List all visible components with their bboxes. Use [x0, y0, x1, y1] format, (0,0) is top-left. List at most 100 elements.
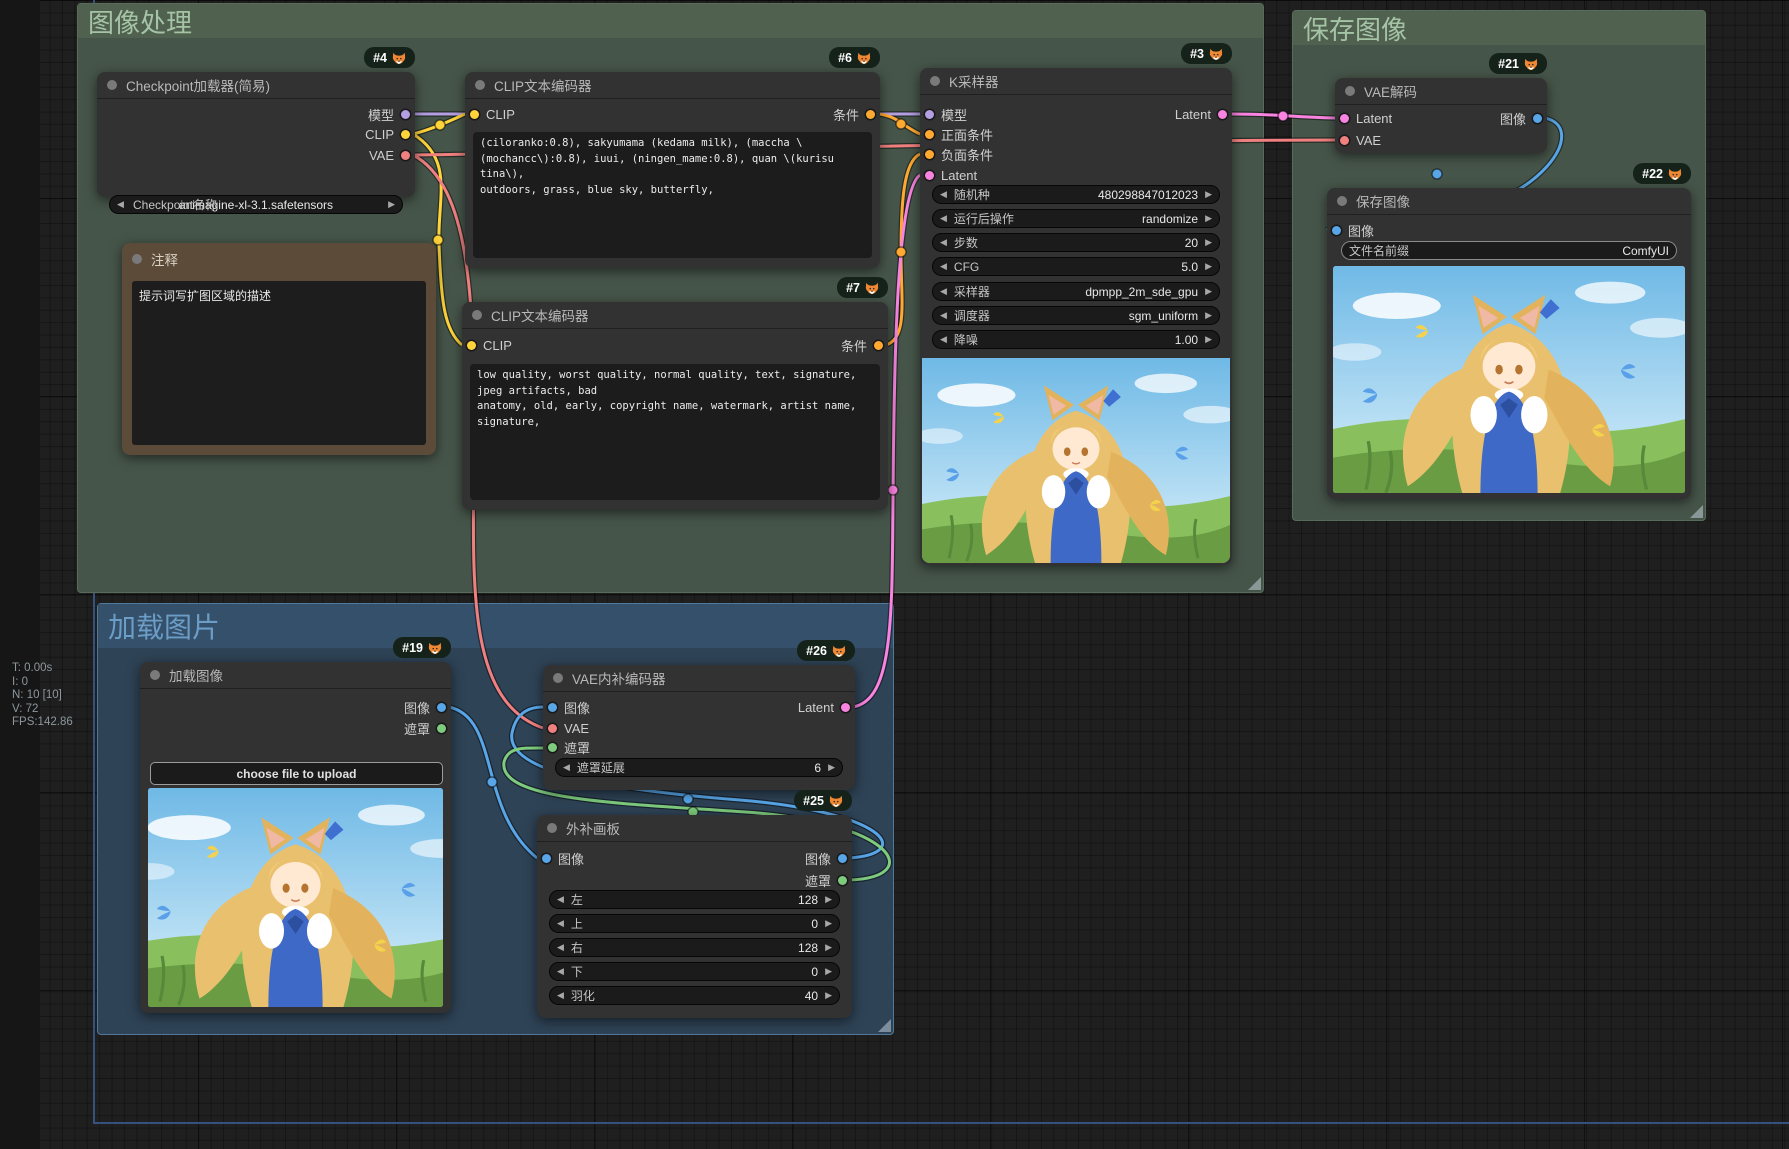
clip-port-icon[interactable]: [470, 110, 479, 119]
node-note[interactable]: 注释 提示词写扩图区域的描述: [122, 243, 436, 455]
input-slot-negative[interactable]: 负面条件: [925, 144, 993, 164]
node-pad-image-outpaint[interactable]: #25 外补画板 图像 图像 遮罩 ◀ 左 128 ▶ ◀ 上 0: [537, 815, 852, 1018]
denoise-widget[interactable]: ◀ 降噪 1.00 ▶: [932, 330, 1220, 349]
decrement-arrow-icon[interactable]: ◀: [940, 335, 947, 344]
output-slot-conditioning[interactable]: 条件: [841, 335, 883, 355]
increment-arrow-icon[interactable]: ▶: [825, 895, 832, 904]
increment-arrow-icon[interactable]: ▶: [825, 991, 832, 1000]
decrement-arrow-icon[interactable]: ◀: [557, 919, 564, 928]
decrement-arrow-icon[interactable]: ◀: [557, 895, 564, 904]
input-slot-image[interactable]: 图像: [548, 697, 590, 717]
decrement-arrow-icon[interactable]: ◀: [940, 214, 947, 223]
output-slot-latent[interactable]: Latent: [798, 697, 850, 717]
node-titlebar[interactable]: Checkpoint加载器(简易): [97, 72, 415, 99]
increment-arrow-icon[interactable]: ▶: [1205, 262, 1212, 271]
input-slot-mask[interactable]: 遮罩: [548, 737, 590, 757]
output-slot-mask[interactable]: 遮罩: [805, 870, 847, 890]
input-slot-clip[interactable]: CLIP: [467, 335, 512, 355]
decrement-arrow-icon[interactable]: ◀: [557, 967, 564, 976]
input-slot-clip[interactable]: CLIP: [470, 104, 515, 124]
decrement-arrow-icon[interactable]: ◀: [940, 287, 947, 296]
node-clip-text-encode-negative[interactable]: #7 CLIP文本编码器 CLIP 条件 low quality, worst …: [462, 302, 888, 510]
image-port-icon[interactable]: [1533, 114, 1542, 123]
node-canvas[interactable]: 图像处理 保存图像 加载图片: [0, 0, 1789, 1149]
vae-port-icon[interactable]: [1340, 136, 1349, 145]
latent-port-icon[interactable]: [841, 703, 850, 712]
negative-prompt-textarea[interactable]: low quality, worst quality, normal quali…: [470, 364, 880, 500]
filename-prefix-input[interactable]: 文件名前缀 ComfyUI: [1341, 241, 1677, 260]
vae-port-icon[interactable]: [548, 724, 557, 733]
input-slot-positive[interactable]: 正面条件: [925, 124, 993, 144]
node-titlebar[interactable]: CLIP文本编码器: [465, 72, 880, 99]
decrement-arrow-icon[interactable]: ◀: [557, 991, 564, 1000]
input-slot-vae[interactable]: VAE: [1340, 130, 1381, 150]
group-resize-handle[interactable]: [1248, 577, 1261, 590]
decrement-arrow-icon[interactable]: ◀: [563, 763, 570, 772]
input-slot-image[interactable]: 图像: [1332, 220, 1374, 240]
output-slot-image[interactable]: 图像: [404, 697, 446, 717]
latent-port-icon[interactable]: [925, 171, 934, 180]
node-checkpoint-loader[interactable]: #4 Checkpoint加载器(简易) 模型 CLIP VAE ◀ Check…: [97, 72, 415, 197]
node-vae-decode[interactable]: #21 VAE解码 Latent 图像 VAE: [1335, 78, 1547, 153]
scheduler-widget[interactable]: ◀ 调度器 sgm_uniform ▶: [932, 306, 1220, 325]
node-titlebar[interactable]: 加载图像: [140, 662, 451, 689]
input-slot-image[interactable]: 图像: [542, 848, 584, 868]
decrement-arrow-icon[interactable]: ◀: [940, 238, 947, 247]
node-titlebar[interactable]: 外补画板: [537, 815, 852, 842]
output-slot-model[interactable]: 模型: [368, 104, 410, 124]
conditioning-port-icon[interactable]: [866, 110, 875, 119]
node-vae-encode-inpaint[interactable]: #26 VAE内补编码器 图像 Latent VAE 遮罩 ◀ 遮罩延展 6 ▶: [543, 665, 855, 790]
vae-port-icon[interactable]: [401, 151, 410, 160]
model-port-icon[interactable]: [925, 110, 934, 119]
group-resize-handle[interactable]: [1690, 505, 1703, 518]
node-titlebar[interactable]: VAE解码: [1335, 78, 1547, 105]
increment-arrow-icon[interactable]: ▶: [388, 200, 395, 209]
node-load-image[interactable]: #19 加载图像 图像 遮罩 ◀ 图像 input_to_inpaint_wor…: [140, 662, 451, 1013]
mask-port-icon[interactable]: [548, 743, 557, 752]
increment-arrow-icon[interactable]: ▶: [1205, 214, 1212, 223]
mask-port-icon[interactable]: [437, 724, 446, 733]
output-slot-clip[interactable]: CLIP: [365, 124, 410, 144]
output-slot-mask[interactable]: 遮罩: [404, 718, 446, 738]
decrement-arrow-icon[interactable]: ◀: [940, 190, 947, 199]
node-titlebar[interactable]: 保存图像: [1327, 188, 1691, 215]
output-slot-image[interactable]: 图像: [1500, 108, 1542, 128]
choose-file-button[interactable]: choose file to upload: [150, 762, 443, 785]
conditioning-port-icon[interactable]: [925, 130, 934, 139]
group-image-processing-titlebar[interactable]: 图像处理: [78, 4, 1263, 38]
node-save-image[interactable]: #22 保存图像 图像 文件名前缀 ComfyUI: [1327, 188, 1691, 499]
feathering-widget[interactable]: ◀ 羽化 40 ▶: [549, 986, 840, 1005]
input-slot-vae[interactable]: VAE: [548, 718, 589, 738]
latent-port-icon[interactable]: [1218, 110, 1227, 119]
output-slot-conditioning[interactable]: 条件: [833, 104, 875, 124]
increment-arrow-icon[interactable]: ▶: [1205, 287, 1212, 296]
checkpoint-name-combo[interactable]: ◀ Checkpoint名称 animagine-xl-3.1.safetens…: [109, 195, 403, 214]
increment-arrow-icon[interactable]: ▶: [825, 967, 832, 976]
node-titlebar[interactable]: K采样器: [920, 68, 1232, 95]
node-titlebar[interactable]: 注释: [122, 243, 436, 275]
input-slot-model[interactable]: 模型: [925, 104, 967, 124]
increment-arrow-icon[interactable]: ▶: [1205, 238, 1212, 247]
node-titlebar[interactable]: VAE内补编码器: [543, 665, 855, 692]
group-load-image-titlebar[interactable]: 加载图片: [98, 604, 893, 648]
increment-arrow-icon[interactable]: ▶: [1205, 190, 1212, 199]
note-text-area[interactable]: 提示词写扩图区域的描述: [132, 281, 426, 445]
increment-arrow-icon[interactable]: ▶: [1205, 335, 1212, 344]
pad-bottom-widget[interactable]: ◀ 下 0 ▶: [549, 962, 840, 981]
conditioning-port-icon[interactable]: [874, 341, 883, 350]
control-after-generate-widget[interactable]: ◀ 运行后操作 randomize ▶: [932, 209, 1220, 228]
decrement-arrow-icon[interactable]: ◀: [940, 262, 947, 271]
image-port-icon[interactable]: [1332, 226, 1341, 235]
conditioning-port-icon[interactable]: [925, 150, 934, 159]
seed-widget[interactable]: ◀ 随机种 480298847012023 ▶: [932, 185, 1220, 204]
steps-widget[interactable]: ◀ 步数 20 ▶: [932, 233, 1220, 252]
grow-mask-widget[interactable]: ◀ 遮罩延展 6 ▶: [555, 758, 843, 777]
group-save-image-titlebar[interactable]: 保存图像: [1293, 11, 1705, 45]
image-port-icon[interactable]: [548, 703, 557, 712]
output-slot-image[interactable]: 图像: [805, 848, 847, 868]
sampler-widget[interactable]: ◀ 采样器 dpmpp_2m_sde_gpu ▶: [932, 282, 1220, 301]
group-resize-handle[interactable]: [878, 1019, 891, 1032]
decrement-arrow-icon[interactable]: ◀: [117, 200, 124, 209]
clip-port-icon[interactable]: [401, 130, 410, 139]
decrement-arrow-icon[interactable]: ◀: [557, 943, 564, 952]
